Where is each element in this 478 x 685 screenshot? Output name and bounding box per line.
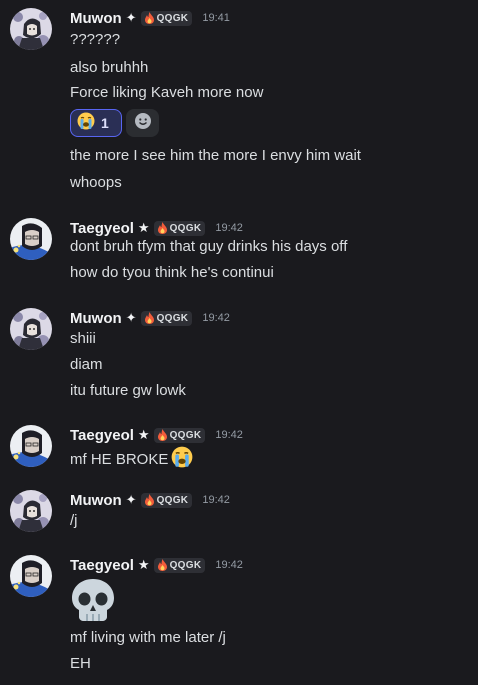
message-text: EH xyxy=(70,655,91,672)
timestamp[interactable]: 19:42 xyxy=(215,222,243,234)
server-tag[interactable]: QQGK xyxy=(153,557,206,573)
message-text: mf living with me later /j xyxy=(70,629,226,646)
flame-icon xyxy=(144,312,155,324)
flame-icon xyxy=(157,222,168,234)
flame-icon xyxy=(157,559,168,571)
name-star-icon: ✦ xyxy=(125,10,137,25)
timestamp[interactable]: 19:42 xyxy=(215,559,243,571)
message-text: also bruhhh xyxy=(70,59,149,76)
server-tag-label: QQGK xyxy=(156,12,189,24)
username[interactable]: Taegyeol xyxy=(70,220,134,237)
server-tag-label: QQGK xyxy=(169,559,202,571)
avatar-muwon[interactable] xyxy=(10,490,52,532)
message-header: Muwon ✦ QQGK 19:41 xyxy=(70,8,230,28)
reactions-bar: 1 xyxy=(70,109,159,137)
avatar-image xyxy=(10,490,52,532)
message-header: Muwon ✦ QQGK 19:42 xyxy=(70,308,230,328)
flame-icon xyxy=(144,12,155,24)
server-tag[interactable]: QQGK xyxy=(153,427,206,443)
server-tag-label: QQGK xyxy=(156,312,189,324)
message-header: Taegyeol ★ QQGK 19:42 xyxy=(70,218,243,238)
chat-message-list: Muwon ✦ QQGK 19:41 ?????? also bruhhh Fo… xyxy=(0,0,478,685)
server-tag[interactable]: QQGK xyxy=(140,310,193,326)
message-text: mf HE BROKE xyxy=(70,446,193,474)
avatar-taegyeol[interactable] xyxy=(10,555,52,597)
username[interactable]: Taegyeol xyxy=(70,557,134,574)
flame-icon xyxy=(157,429,168,441)
message-text: diam xyxy=(70,356,103,373)
message-text: how do tyou think he's continui xyxy=(70,264,274,281)
username[interactable]: Taegyeol xyxy=(70,427,134,444)
add-reaction-icon xyxy=(134,112,152,135)
message-text: ?????? xyxy=(70,31,121,48)
name-star-icon: ★ xyxy=(137,220,150,235)
message-text: dont bruh tfym that guy drinks his days … xyxy=(70,238,348,255)
avatar-taegyeol[interactable] xyxy=(10,218,52,260)
flame-icon xyxy=(144,494,155,506)
avatar-image xyxy=(10,555,52,597)
loudly-crying-emoji-icon[interactable] xyxy=(171,446,193,474)
message-header: Taegyeol ★ QQGK 19:42 xyxy=(70,555,243,575)
username[interactable]: Muwon xyxy=(70,310,122,327)
avatar-image xyxy=(10,308,52,350)
message-header: Taegyeol ★ QQGK 19:42 xyxy=(70,425,243,445)
avatar-muwon[interactable] xyxy=(10,8,52,50)
timestamp[interactable]: 19:42 xyxy=(215,429,243,441)
reaction-loudly-crying[interactable]: 1 xyxy=(70,109,122,137)
name-star-icon: ✦ xyxy=(125,492,137,507)
message-text: itu future gw lowk xyxy=(70,382,186,399)
timestamp[interactable]: 19:41 xyxy=(202,12,230,24)
username[interactable]: Muwon xyxy=(70,10,122,27)
server-tag-label: QQGK xyxy=(169,429,202,441)
username[interactable]: Muwon xyxy=(70,492,122,509)
timestamp[interactable]: 19:42 xyxy=(202,312,230,324)
message-text-content: mf HE BROKE xyxy=(70,451,169,468)
name-star-icon: ★ xyxy=(137,557,150,572)
reaction-count: 1 xyxy=(101,115,109,131)
message-text: shiii xyxy=(70,330,96,347)
message-header: Muwon ✦ QQGK 19:42 xyxy=(70,490,230,510)
avatar-image xyxy=(10,425,52,467)
server-tag-label: QQGK xyxy=(156,494,189,506)
message-text: Force liking Kaveh more now xyxy=(70,84,264,101)
name-star-icon: ★ xyxy=(137,427,150,442)
message-text: whoops xyxy=(70,174,122,191)
avatar-image xyxy=(10,218,52,260)
name-star-icon: ✦ xyxy=(125,310,137,325)
avatar-image xyxy=(10,8,52,50)
timestamp[interactable]: 19:42 xyxy=(202,494,230,506)
message-text: /j xyxy=(70,512,78,529)
add-reaction-button[interactable] xyxy=(126,109,159,137)
server-tag[interactable]: QQGK xyxy=(140,10,193,26)
server-tag[interactable]: QQGK xyxy=(153,220,206,236)
server-tag[interactable]: QQGK xyxy=(140,492,193,508)
loudly-crying-emoji-icon xyxy=(77,112,95,135)
server-tag-label: QQGK xyxy=(169,222,202,234)
avatar-taegyeol[interactable] xyxy=(10,425,52,467)
message-text: the more I see him the more I envy him w… xyxy=(70,147,361,164)
avatar-muwon[interactable] xyxy=(10,308,52,350)
skull-emoji-icon[interactable] xyxy=(70,577,116,628)
